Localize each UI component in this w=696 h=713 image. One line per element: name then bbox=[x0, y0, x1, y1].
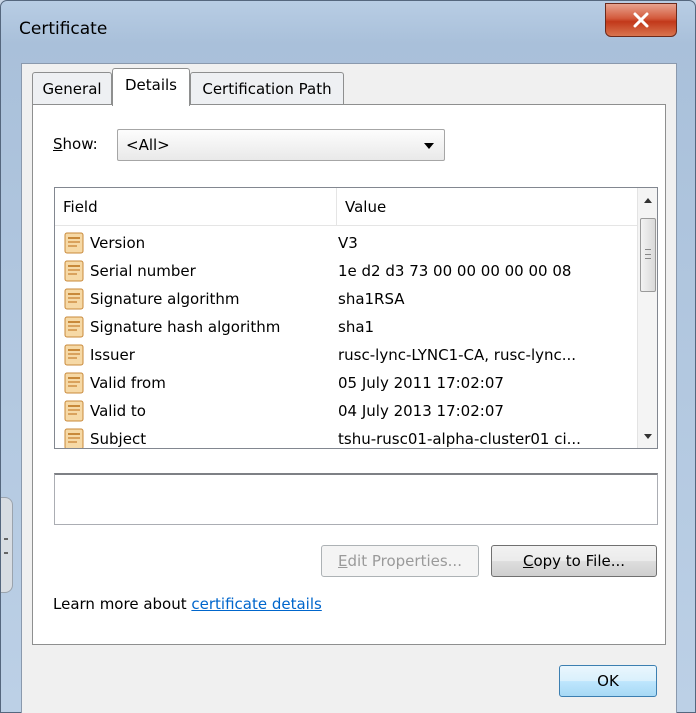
close-icon bbox=[633, 12, 649, 28]
field-name: Signature hash algorithm bbox=[90, 318, 281, 336]
field-name: Valid from bbox=[90, 374, 166, 392]
dialog-body: General Details Certification Path Show:… bbox=[21, 63, 677, 713]
table-row[interactable]: Serial number 1e d2 d3 73 00 00 00 00 00 … bbox=[55, 258, 637, 286]
learn-more-text: Learn more about certificate details bbox=[53, 595, 322, 613]
side-gripper[interactable] bbox=[1, 497, 13, 593]
window-title: Certificate bbox=[19, 19, 108, 39]
show-dropdown[interactable]: <All> bbox=[117, 129, 445, 161]
field-value: V3 bbox=[338, 234, 358, 252]
edit-properties-button[interactable]: Edit Properties... bbox=[321, 545, 479, 577]
title-bar[interactable]: Certificate bbox=[1, 1, 695, 63]
field-value: tshu-rusc01-alpha-cluster01 ci... bbox=[338, 430, 581, 448]
field-value: 1e d2 d3 73 00 00 00 00 00 08 bbox=[338, 262, 572, 280]
show-label: Show: bbox=[53, 135, 98, 153]
field-value: rusc-lync-LYNC1-CA, rusc-lync... bbox=[338, 346, 577, 364]
table-row[interactable]: Issuer rusc-lync-LYNC1-CA, rusc-lync... bbox=[55, 342, 637, 370]
table-header: Field Value bbox=[55, 188, 637, 226]
field-value: 04 July 2013 17:02:07 bbox=[338, 402, 504, 420]
copy-to-file-button[interactable]: Copy to File... bbox=[491, 545, 657, 577]
field-name: Valid to bbox=[90, 402, 146, 420]
certificate-field-icon bbox=[64, 372, 84, 394]
details-panel: Show: <All> Field Value Version V3 Serial … bbox=[32, 104, 666, 645]
scrollbar-thumb[interactable] bbox=[640, 218, 656, 292]
table-row[interactable]: Valid from 05 July 2011 17:02:07 bbox=[55, 370, 637, 398]
ok-button[interactable]: OK bbox=[559, 665, 657, 697]
field-name: Serial number bbox=[90, 262, 196, 280]
vertical-scrollbar[interactable] bbox=[637, 188, 657, 448]
certificate-details-link[interactable]: certificate details bbox=[191, 595, 321, 613]
field-value-box[interactable] bbox=[54, 473, 658, 525]
table-body: Version V3 Serial number 1e d2 d3 73 00 00 … bbox=[55, 230, 637, 448]
certificate-field-icon bbox=[64, 232, 84, 254]
field-value: sha1 bbox=[338, 318, 375, 336]
certificate-field-icon bbox=[64, 428, 84, 448]
scroll-down-icon[interactable] bbox=[638, 426, 657, 446]
field-value: sha1RSA bbox=[338, 290, 405, 308]
certificate-field-icon bbox=[64, 400, 84, 422]
certificate-field-icon bbox=[64, 316, 84, 338]
field-value: 05 July 2011 17:02:07 bbox=[338, 374, 504, 392]
tab-details[interactable]: Details bbox=[112, 68, 190, 106]
table-row[interactable]: Subject tshu-rusc01-alpha-cluster01 ci... bbox=[55, 426, 637, 448]
column-header-field[interactable]: Field bbox=[55, 188, 337, 226]
grip-icon bbox=[645, 249, 651, 259]
certificate-field-icon bbox=[64, 288, 84, 310]
table-row[interactable]: Signature hash algorithm sha1 bbox=[55, 314, 637, 342]
column-header-value[interactable]: Value bbox=[337, 188, 637, 226]
field-name: Signature algorithm bbox=[90, 290, 240, 308]
certificate-field-icon bbox=[64, 344, 84, 366]
scroll-up-icon[interactable] bbox=[638, 190, 657, 210]
tab-general[interactable]: General bbox=[32, 72, 112, 106]
gripper-dots-icon bbox=[4, 538, 8, 554]
field-name: Version bbox=[90, 234, 146, 252]
table-row[interactable]: Valid to 04 July 2013 17:02:07 bbox=[55, 398, 637, 426]
close-button[interactable] bbox=[605, 3, 677, 37]
chevron-down-icon bbox=[424, 143, 434, 149]
field-name: Issuer bbox=[90, 346, 135, 364]
table-row[interactable]: Signature algorithm sha1RSA bbox=[55, 286, 637, 314]
certificate-dialog: Certificate General Details Certificatio… bbox=[0, 0, 696, 713]
table-row[interactable]: Version V3 bbox=[55, 230, 637, 258]
certificate-field-icon bbox=[64, 260, 84, 282]
tab-certification-path[interactable]: Certification Path bbox=[190, 72, 344, 106]
field-name: Subject bbox=[90, 430, 147, 448]
show-selected-value: <All> bbox=[126, 136, 170, 154]
fields-table[interactable]: Field Value Version V3 Serial number 1e d2 … bbox=[54, 187, 658, 449]
